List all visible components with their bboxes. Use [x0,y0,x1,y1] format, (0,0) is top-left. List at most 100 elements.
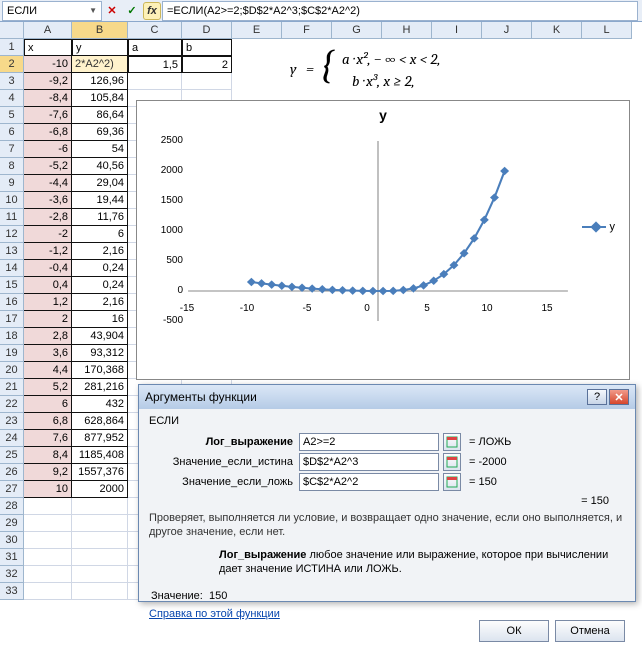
row-header[interactable]: 2 [0,56,24,73]
cell-A27[interactable]: 10 [24,481,72,498]
cell-B11[interactable]: 11,76 [72,209,128,226]
cell-B22[interactable]: 432 [72,396,128,413]
select-all-corner[interactable] [0,22,24,39]
row-header[interactable]: 3 [0,73,24,90]
cell-A10[interactable]: -3,6 [24,192,72,209]
cell-B5[interactable]: 86,64 [72,107,128,124]
chart[interactable]: y -50005001000150020002500-15-10-5051015… [136,100,630,380]
cell-B18[interactable]: 43,904 [72,328,128,345]
cell-B23[interactable]: 628,864 [72,413,128,430]
name-box[interactable]: ЕСЛИ ▼ [2,1,102,21]
cell-B29[interactable] [72,515,128,532]
cell-A19[interactable]: 3,6 [24,345,72,362]
row-header[interactable]: 25 [0,447,24,464]
row-header[interactable]: 8 [0,158,24,175]
cell-B8[interactable]: 40,56 [72,158,128,175]
cell-A25[interactable]: 8,4 [24,447,72,464]
cell-B10[interactable]: 19,44 [72,192,128,209]
row-header[interactable]: 26 [0,464,24,481]
cell-A5[interactable]: -7,6 [24,107,72,124]
cell-B7[interactable]: 54 [72,141,128,158]
dialog-help-icon[interactable]: ? [587,389,607,405]
cell-C2[interactable]: 1,5 [128,56,182,73]
cell-B12[interactable]: 6 [72,226,128,243]
row-header[interactable]: 17 [0,311,24,328]
cell-A26[interactable]: 9,2 [24,464,72,481]
cell-B32[interactable] [72,566,128,583]
cell-B21[interactable]: 281,216 [72,379,128,396]
arg-input-1[interactable] [299,453,439,471]
cell-A18[interactable]: 2,8 [24,328,72,345]
cell-D1[interactable]: b [182,39,232,56]
help-link[interactable]: Справка по этой функции [139,608,635,620]
cell-B27[interactable]: 2000 [72,481,128,498]
dialog-close-icon[interactable]: ✕ [609,389,629,405]
col-header-E[interactable]: E [232,22,282,39]
cell-A23[interactable]: 6,8 [24,413,72,430]
arg-input-2[interactable] [299,473,439,491]
row-header[interactable]: 18 [0,328,24,345]
row-header[interactable]: 7 [0,141,24,158]
cell-B14[interactable]: 0,24 [72,260,128,277]
cell-A14[interactable]: -0,4 [24,260,72,277]
cell-A31[interactable] [24,549,72,566]
cell-B31[interactable] [72,549,128,566]
name-box-dropdown-icon[interactable]: ▼ [89,6,97,15]
cell-A24[interactable]: 7,6 [24,430,72,447]
cell-A3[interactable]: -9,2 [24,73,72,90]
col-header-J[interactable]: J [482,22,532,39]
cell-B28[interactable] [72,498,128,515]
col-header-G[interactable]: G [332,22,382,39]
cell-B3[interactable]: 126,96 [72,73,128,90]
col-header-L[interactable]: L [582,22,632,39]
cell-B16[interactable]: 2,16 [72,294,128,311]
cell-B25[interactable]: 1185,408 [72,447,128,464]
row-header[interactable]: 12 [0,226,24,243]
cell-A21[interactable]: 5,2 [24,379,72,396]
row-header[interactable]: 6 [0,124,24,141]
col-header-I[interactable]: I [432,22,482,39]
cell-A8[interactable]: -5,2 [24,158,72,175]
cell-B2[interactable]: 2*A2^2) [72,56,128,73]
cell-A28[interactable] [24,498,72,515]
row-header[interactable]: 16 [0,294,24,311]
cell-A16[interactable]: 1,2 [24,294,72,311]
ok-button[interactable]: ОК [479,620,549,642]
cell-A12[interactable]: -2 [24,226,72,243]
cell-A20[interactable]: 4,4 [24,362,72,379]
cell-B13[interactable]: 2,16 [72,243,128,260]
row-header[interactable]: 32 [0,566,24,583]
row-header[interactable]: 9 [0,175,24,192]
row-header[interactable]: 19 [0,345,24,362]
cell-A2[interactable]: -10 [24,56,72,73]
row-header[interactable]: 33 [0,583,24,600]
col-header-K[interactable]: K [532,22,582,39]
dialog-titlebar[interactable]: Аргументы функции ? ✕ [139,385,635,409]
col-header-A[interactable]: A [24,22,72,39]
cell-A6[interactable]: -6,8 [24,124,72,141]
cell-C1[interactable]: a [128,39,182,56]
cell-A4[interactable]: -8,4 [24,90,72,107]
cell-B1[interactable]: y [72,39,128,56]
cell-A9[interactable]: -4,4 [24,175,72,192]
cell-A17[interactable]: 2 [24,311,72,328]
cell-B30[interactable] [72,532,128,549]
cell-B19[interactable]: 93,312 [72,345,128,362]
cell-A7[interactable]: -6 [24,141,72,158]
cancel-button[interactable]: Отмена [555,620,625,642]
col-header-B[interactable]: B [72,22,128,39]
cell-A15[interactable]: 0,4 [24,277,72,294]
row-header[interactable]: 10 [0,192,24,209]
col-header-F[interactable]: F [282,22,332,39]
cell-A13[interactable]: -1,2 [24,243,72,260]
cell-A30[interactable] [24,532,72,549]
arg-input-0[interactable] [299,433,439,451]
cell-B33[interactable] [72,583,128,600]
cell-A33[interactable] [24,583,72,600]
row-header[interactable]: 30 [0,532,24,549]
row-header[interactable]: 28 [0,498,24,515]
cancel-formula-icon[interactable]: ✕ [103,2,121,20]
row-header[interactable]: 14 [0,260,24,277]
cell-B6[interactable]: 69,36 [72,124,128,141]
cell-B26[interactable]: 1557,376 [72,464,128,481]
